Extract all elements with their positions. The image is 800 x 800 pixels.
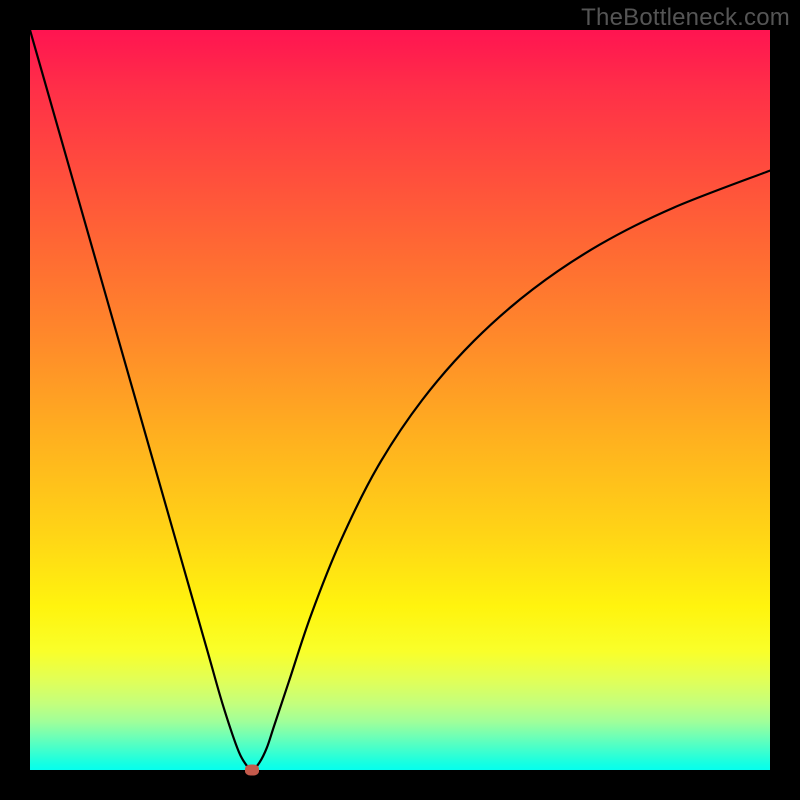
plot-area [30,30,770,770]
watermark-text: TheBottleneck.com [581,4,790,32]
minimum-marker [245,765,259,776]
chart-frame: TheBottleneck.com [0,0,800,800]
curve-svg [30,30,770,770]
bottleneck-curve [30,30,770,770]
